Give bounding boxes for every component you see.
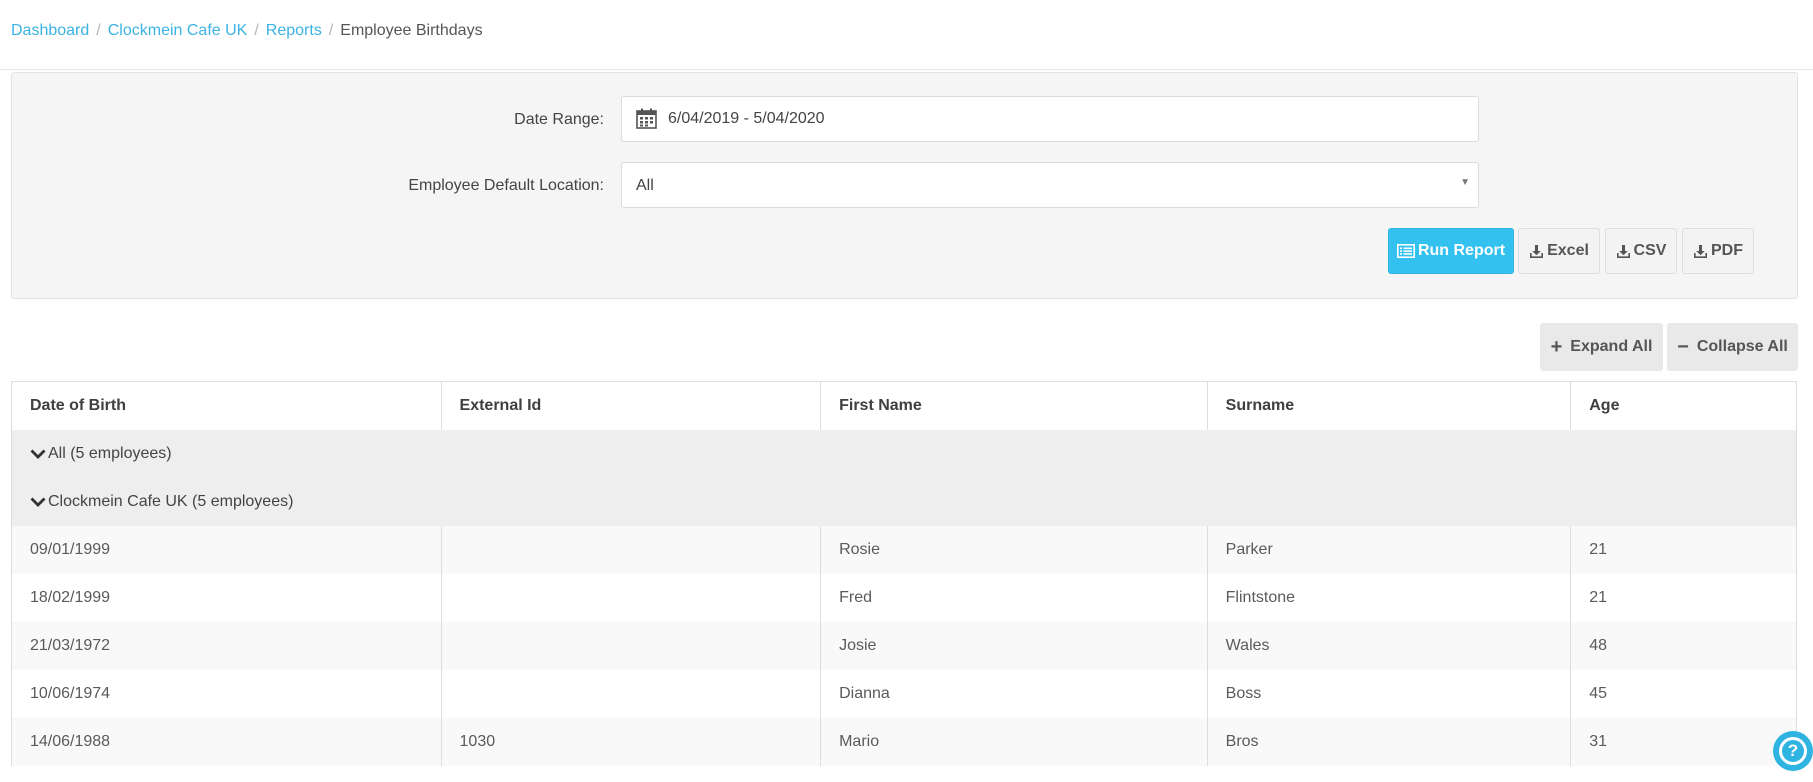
table-row: 18/02/1999 Fred Flintstone 21: [12, 574, 1796, 622]
chevron-down-icon: [30, 497, 46, 507]
table-row: 09/01/1999 Rosie Parker 21: [12, 526, 1796, 574]
cell-first-name: Dianna: [821, 670, 1208, 718]
cell-first-name: Fred: [821, 574, 1208, 622]
breadcrumb: Dashboard / Clockmein Cafe UK / Reports / Empl…: [11, 22, 483, 40]
plus-icon: +: [1550, 335, 1563, 358]
cell-first-name: Rosie: [821, 526, 1208, 574]
header-divider: [0, 69, 1813, 70]
group-label: Clockmein Cafe UK (5 employees): [48, 493, 294, 510]
cell-date-of-birth: 10/06/1974: [12, 670, 442, 718]
breadcrumb-reports-link[interactable]: Reports: [266, 22, 322, 39]
cell-external-id: [442, 574, 822, 622]
table-row: 14/06/1988 1030 Mario Bros 31: [12, 718, 1796, 766]
report-icon: [1396, 244, 1415, 258]
export-excel-button[interactable]: Excel: [1518, 228, 1600, 274]
export-csv-button[interactable]: CSV: [1605, 228, 1677, 274]
csv-label: CSV: [1633, 242, 1667, 259]
expand-all-button[interactable]: + Expand All: [1540, 323, 1663, 371]
group-row-location[interactable]: Clockmein Cafe UK (5 employees): [12, 478, 1796, 526]
help-question-icon: ?: [1779, 737, 1807, 765]
column-header-age[interactable]: Age: [1571, 382, 1796, 430]
run-report-label: Run Report: [1417, 242, 1506, 259]
cell-first-name: Josie: [821, 622, 1208, 670]
expand-all-label: Expand All: [1570, 338, 1653, 355]
cell-surname: Parker: [1208, 526, 1572, 574]
column-header-surname[interactable]: Surname: [1208, 382, 1572, 430]
table-row: 10/06/1974 Dianna Boss 45: [12, 670, 1796, 718]
cell-surname: Wales: [1208, 622, 1572, 670]
location-select[interactable]: All ▼: [621, 162, 1479, 208]
location-label: Employee Default Location:: [408, 177, 604, 194]
location-selected-value: All: [636, 177, 654, 194]
excel-label: Excel: [1547, 242, 1589, 259]
cell-surname: Bros: [1208, 718, 1572, 766]
cell-surname: Boss: [1208, 670, 1572, 718]
minus-icon: −: [1677, 335, 1689, 358]
download-icon: [1694, 244, 1707, 258]
collapse-all-button[interactable]: − Collapse All: [1667, 323, 1798, 371]
table-header-row: Date of Birth External Id First Name Sur…: [12, 382, 1796, 430]
cell-age: 21: [1589, 541, 1608, 558]
breadcrumb-company-link[interactable]: Clockmein Cafe UK: [108, 22, 248, 39]
birthdays-table: Date of Birth External Id First Name Sur…: [11, 381, 1797, 766]
help-button[interactable]: ?: [1773, 731, 1813, 771]
date-range-value: 6/04/2019 - 5/04/2020: [668, 110, 825, 127]
cell-external-id: [442, 622, 822, 670]
cell-age: 31: [1589, 733, 1608, 750]
cell-age: 45: [1589, 685, 1608, 702]
calendar-icon: [636, 108, 657, 129]
group-label: All (5 employees): [48, 445, 172, 462]
collapse-all-label: Collapse All: [1696, 338, 1788, 355]
cell-date-of-birth: 21/03/1972: [12, 622, 442, 670]
cell-external-id: [442, 526, 822, 574]
column-header-first-name[interactable]: First Name: [821, 382, 1208, 430]
run-report-button[interactable]: Run Report: [1388, 228, 1514, 274]
breadcrumb-separator: /: [254, 22, 259, 39]
breadcrumb-separator: /: [328, 22, 334, 39]
breadcrumb-current: Employee Birthdays: [340, 22, 483, 39]
pdf-label: PDF: [1711, 242, 1743, 259]
download-icon: [1616, 244, 1630, 258]
cell-age: 21: [1589, 589, 1608, 606]
download-icon: [1530, 244, 1544, 258]
cell-age: 48: [1589, 637, 1608, 654]
chevron-down-icon: [30, 449, 46, 459]
cell-surname: Flintstone: [1208, 574, 1572, 622]
table-row: 21/03/1972 Josie Wales 48: [12, 622, 1796, 670]
column-header-date-of-birth[interactable]: Date of Birth: [12, 382, 442, 430]
date-range-label: Date Range:: [514, 111, 604, 128]
cell-external-id: [442, 670, 822, 718]
report-filters-panel: Date Range: 6/04/2019 - 5/04/2020 Employ…: [11, 72, 1798, 299]
column-header-external-id[interactable]: External Id: [442, 382, 822, 430]
dropdown-caret-icon: ▼: [1460, 177, 1470, 188]
cell-first-name: Mario: [821, 718, 1208, 766]
export-pdf-button[interactable]: PDF: [1682, 228, 1754, 274]
breadcrumb-separator: /: [96, 22, 101, 39]
cell-external-id: 1030: [442, 718, 822, 766]
cell-date-of-birth: 18/02/1999: [12, 574, 442, 622]
group-row-all[interactable]: All (5 employees): [12, 430, 1796, 478]
cell-date-of-birth: 09/01/1999: [12, 526, 442, 574]
breadcrumb-dashboard-link[interactable]: Dashboard: [11, 22, 89, 39]
cell-date-of-birth: 14/06/1988: [12, 718, 442, 766]
date-range-input[interactable]: 6/04/2019 - 5/04/2020: [621, 96, 1479, 142]
